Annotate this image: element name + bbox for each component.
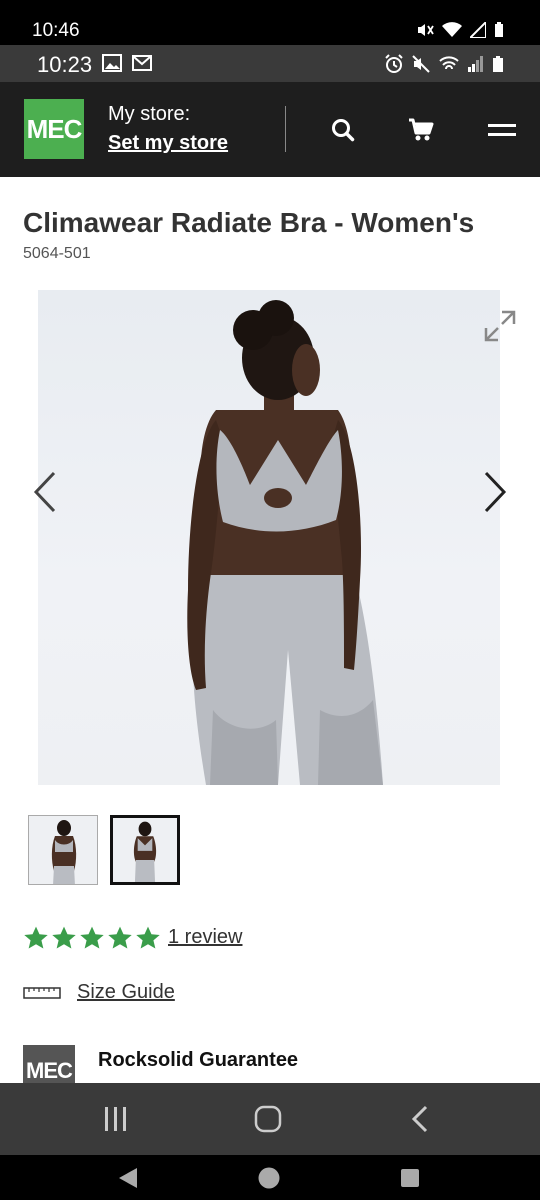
thumbnail-2-image	[113, 818, 177, 882]
system-nav-bar	[0, 1083, 540, 1155]
back-icon	[411, 1105, 428, 1133]
product-title: Climawear Radiate Bra - Women's	[23, 207, 475, 238]
mec-guarantee-logo: MEC	[23, 1045, 75, 1083]
size-guide-label: Size Guide	[77, 981, 175, 1003]
outer-status-time: 10:46	[32, 20, 80, 41]
back-button[interactable]	[400, 1099, 440, 1139]
gmail-icon	[132, 55, 152, 71]
guarantee-title: Rocksolid Guarantee	[98, 1049, 299, 1071]
cart-icon	[409, 118, 434, 141]
header-divider	[285, 106, 286, 152]
product-photo	[187, 300, 383, 785]
recent-apps-button[interactable]	[96, 1099, 136, 1139]
star-icon	[136, 926, 160, 949]
product-sku: 5064-501	[23, 245, 91, 262]
thumbnail-2[interactable]	[110, 815, 180, 885]
thumbnail-1[interactable]	[28, 815, 98, 885]
search-icon	[332, 119, 355, 142]
home-icon	[254, 1105, 282, 1133]
store-label: My store:	[108, 103, 191, 125]
battery-icon	[493, 56, 503, 72]
app-header: MEC My store: Set my store	[0, 82, 540, 177]
alarm-icon	[385, 54, 403, 73]
star-rating	[23, 925, 161, 951]
review-link[interactable]: 1 review	[168, 926, 242, 949]
back-triangle-icon[interactable]	[118, 1167, 138, 1189]
inner-status-right-icons	[384, 54, 504, 74]
gallery-icon	[102, 54, 122, 72]
inner-status-left-icons	[102, 54, 152, 72]
mec-logo[interactable]: MEC	[24, 99, 84, 159]
wifi-icon	[439, 56, 459, 70]
recent-apps-icon	[105, 1107, 126, 1131]
outer-status-bar: 10:46	[0, 0, 540, 45]
home-circle-icon[interactable]	[258, 1167, 280, 1189]
inner-status-time: 10:23	[37, 52, 93, 77]
product-page: Climawear Radiate Bra - Women's 5064-501	[0, 177, 540, 1083]
expand-icon[interactable]	[482, 308, 518, 344]
star-icon	[80, 926, 104, 949]
mute-icon	[418, 24, 434, 36]
outer-nav-bar	[0, 1155, 540, 1200]
mute-icon	[412, 55, 430, 73]
chevron-left-icon[interactable]	[30, 469, 60, 515]
signal-icon	[468, 56, 483, 72]
ruler-icon	[23, 986, 61, 999]
set-store-link[interactable]: Set my store	[108, 132, 228, 155]
product-image[interactable]	[38, 290, 500, 785]
star-icon	[24, 926, 48, 949]
home-button[interactable]	[248, 1099, 288, 1139]
battery-icon	[495, 22, 503, 37]
signal-icon	[470, 22, 486, 38]
recent-square-icon[interactable]	[400, 1168, 420, 1188]
size-guide-link[interactable]: Size Guide	[23, 981, 175, 1004]
inner-status-bar: 10:23	[0, 45, 540, 82]
star-icon	[52, 926, 76, 949]
star-icon	[108, 926, 132, 949]
chevron-right-icon[interactable]	[480, 469, 510, 515]
cart-button[interactable]	[401, 110, 441, 150]
outer-status-icons	[416, 22, 504, 38]
thumbnail-1-image	[29, 816, 97, 884]
menu-button[interactable]	[482, 110, 522, 150]
search-button[interactable]	[323, 110, 363, 150]
wifi-icon	[442, 22, 462, 37]
hamburger-menu-icon	[488, 124, 516, 136]
